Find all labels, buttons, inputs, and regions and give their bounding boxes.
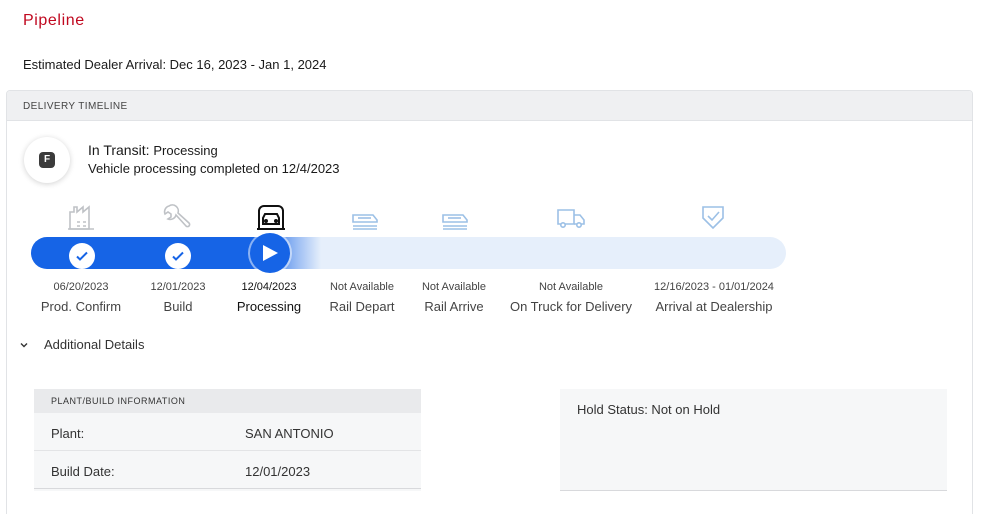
status-headline: In Transit: Processing xyxy=(88,142,340,158)
status-label: In Transit: xyxy=(88,142,154,158)
status-value: Processing xyxy=(153,143,218,158)
additional-details-toggle[interactable]: Additional Details xyxy=(19,337,144,352)
build-date-row: Build Date: 12/01/2023 xyxy=(34,451,421,489)
car-wash-icon xyxy=(255,203,287,231)
play-icon xyxy=(263,245,278,261)
brand-logo-icon: F xyxy=(39,152,55,168)
plant-value: SAN ANTONIO xyxy=(245,426,334,441)
wrench-icon xyxy=(161,203,193,231)
page-title: Pipeline xyxy=(23,12,85,29)
stage-node-build[interactable] xyxy=(165,243,191,269)
status-text: In Transit: Processing Vehicle processin… xyxy=(88,142,340,176)
stage-node-processing[interactable] xyxy=(250,233,290,273)
truck-icon xyxy=(555,203,587,231)
check-icon xyxy=(172,251,184,261)
stage-arrival: 12/16/2023 - 01/01/2024 Arrival at Deale… xyxy=(649,281,779,314)
progress-track xyxy=(31,237,786,269)
rail-arrive-icon xyxy=(439,203,471,231)
rail-depart-icon xyxy=(349,203,381,231)
plant-build-panel: PLANT/BUILD INFORMATION Plant: SAN ANTON… xyxy=(34,389,421,491)
hold-status-panel: Hold Status: Not on Hold xyxy=(560,389,947,491)
brand-badge: F xyxy=(24,137,70,183)
stage-on-truck: Not Available On Truck for Delivery xyxy=(506,281,636,314)
build-date-value: 12/01/2023 xyxy=(245,464,311,479)
shield-check-icon xyxy=(697,203,729,231)
plant-label: Plant: xyxy=(51,426,85,441)
estimated-dealer-arrival: Estimated Dealer Arrival: Dec 16, 2023 -… xyxy=(23,57,327,72)
stage-date: Not Available xyxy=(421,281,486,293)
stage-rail-arrive: Not Available Rail Arrive xyxy=(389,281,519,314)
build-date-label: Build Date: xyxy=(51,464,115,479)
stage-date: 12/16/2023 - 01/01/2024 xyxy=(654,281,774,293)
card-header: DELIVERY TIMELINE xyxy=(7,91,972,121)
plant-row: Plant: SAN ANTONIO xyxy=(34,413,421,451)
stage-date: Not Available xyxy=(538,281,603,293)
stage-name: Arrival at Dealership xyxy=(655,299,773,314)
plant-build-header: PLANT/BUILD INFORMATION xyxy=(34,389,421,413)
additional-details-label: Additional Details xyxy=(44,337,145,352)
hold-status: Hold Status: Not on Hold xyxy=(577,402,721,417)
check-icon xyxy=(76,251,88,261)
stage-node-prod-confirm[interactable] xyxy=(69,243,95,269)
stage-name: On Truck for Delivery xyxy=(509,299,633,314)
delivery-timeline-card: DELIVERY TIMELINE F In Transit: Processi… xyxy=(6,90,973,514)
stage-name: Rail Arrive xyxy=(424,299,484,314)
status-detail: Vehicle processing completed on 12/4/202… xyxy=(88,161,340,176)
chevron-down-icon xyxy=(20,342,28,347)
factory-icon xyxy=(65,203,97,231)
